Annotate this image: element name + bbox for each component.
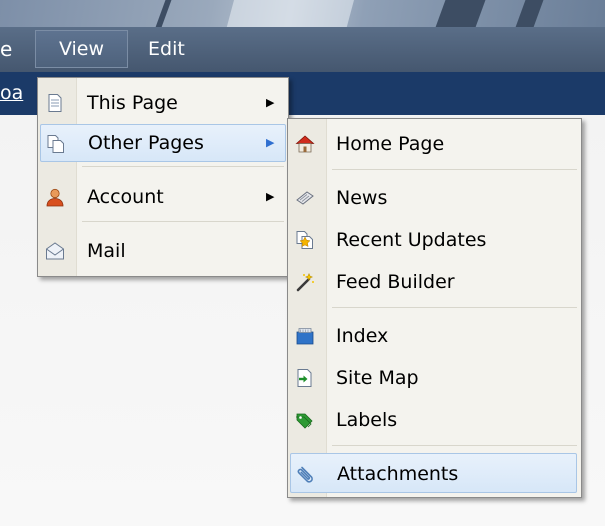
menu-item-label: News [336,187,388,209]
menu-item-label: Other Pages [88,132,204,154]
menu-item-label: Home Page [336,133,445,155]
menu-item-label: Labels [336,409,398,431]
user-icon [46,188,64,207]
menu-item-label: Mail [87,240,126,262]
menu-separator [82,221,284,222]
menu-separator [82,166,284,167]
view-menu-button[interactable]: View [35,30,128,68]
menu-item-this-page[interactable]: This Page ▶ [40,84,286,122]
menu-item-label: This Page [87,92,178,114]
nav-link-edge-text[interactable]: oa [0,72,23,115]
other-pages-submenu: Home Page News Recent Updates Feed Build… [287,118,582,498]
menu-bar-edge-text[interactable]: e [0,27,12,72]
recent-updates-icon [296,231,313,249]
labels-icon [296,413,313,429]
menu-item-home-page[interactable]: Home Page [290,125,579,163]
menu-item-feed-builder[interactable]: Feed Builder [290,263,579,301]
menu-item-label: Recent Updates [336,229,487,251]
menu-item-account[interactable]: Account ▶ [40,178,286,216]
menu-item-label: Account [87,186,164,208]
newspaper-icon [296,191,314,205]
edit-menu-button[interactable]: Edit [148,27,185,72]
site-map-icon [297,369,312,387]
submenu-arrow-icon: ▶ [266,96,275,109]
menu-item-mail[interactable]: Mail [40,232,286,270]
menu-item-label: Index [336,325,389,347]
index-box-icon [296,328,314,345]
menu-item-news[interactable]: News [290,179,579,217]
page-icon [48,94,62,112]
submenu-arrow-icon: ▶ [266,190,275,203]
menu-bar: e View Edit [0,27,605,72]
view-menu-dropdown: This Page ▶ Other Pages ▶ Account ▶ Mail [37,77,289,277]
menu-separator [332,445,577,446]
menu-item-labels[interactable]: Labels [290,401,579,439]
menu-item-recent-updates[interactable]: Recent Updates [290,221,579,259]
menu-item-index[interactable]: Index [290,317,579,355]
menu-item-label: Site Map [336,367,419,389]
house-icon [295,135,315,153]
menu-item-site-map[interactable]: Site Map [290,359,579,397]
menu-item-label: Feed Builder [336,271,455,293]
pages-icon [47,135,64,153]
menu-separator [332,307,577,308]
submenu-arrow-icon: ▶ [266,136,275,149]
envelope-icon [46,242,64,260]
menu-item-label: Attachments [337,463,459,485]
menu-item-attachments[interactable]: Attachments [290,453,577,493]
header-banner [0,0,605,27]
magic-wand-icon [296,272,314,292]
paperclip-icon [297,466,313,483]
menu-item-other-pages[interactable]: Other Pages ▶ [40,124,286,162]
menu-separator [332,169,577,170]
